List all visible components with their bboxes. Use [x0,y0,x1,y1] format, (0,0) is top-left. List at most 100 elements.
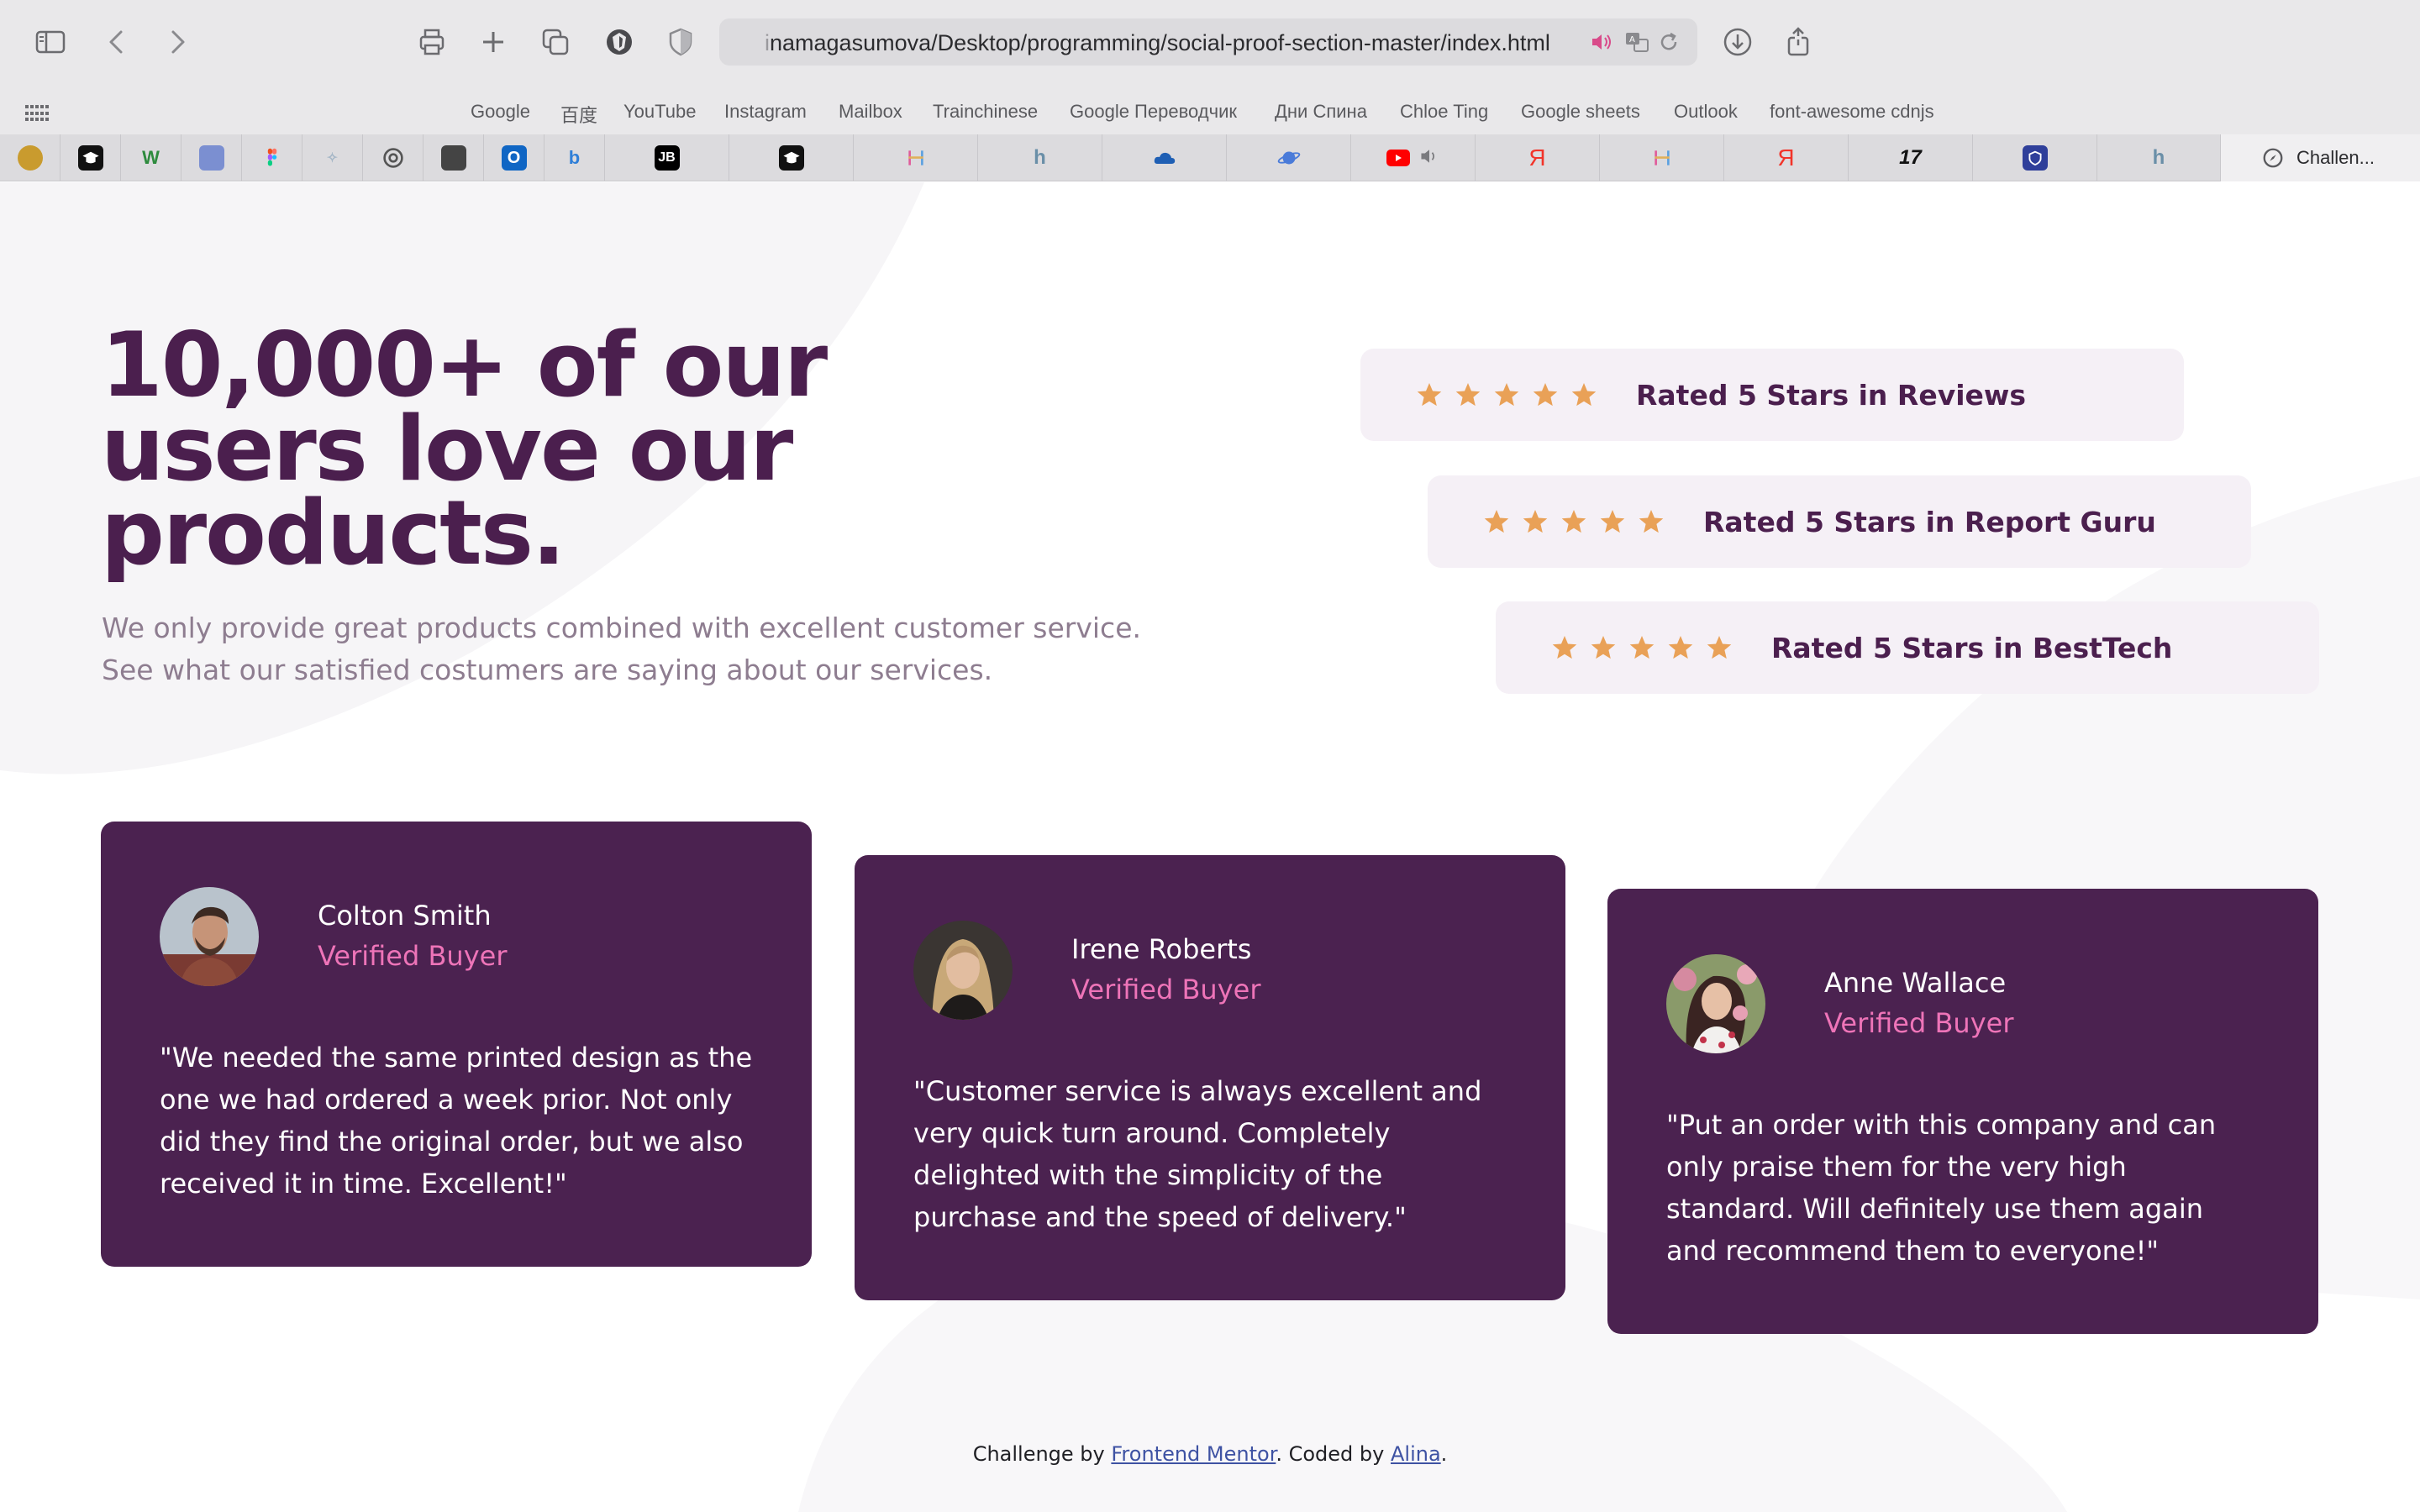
downloads-icon[interactable] [1718,22,1758,62]
tab-pinned-5[interactable] [242,134,302,181]
rating-report-guru: Rated 5 Stars in Report Guru [1428,475,2251,568]
tab-yandex-1[interactable]: Я [1476,134,1600,181]
frontend-mentor-link[interactable]: Frontend Mentor [1111,1442,1276,1466]
target-icon [381,145,406,171]
hexlet-icon [903,145,929,171]
favorite-google-sheets[interactable]: Google sheets [1521,101,1640,123]
spinner-icon: ✧ [326,151,339,165]
footer-prefix: Challenge by [972,1442,1112,1466]
svg-text:A: A [1629,35,1635,45]
address-bar[interactable]: inamagasumova/Desktop/programming/social… [719,18,1697,66]
figma-icon [260,145,285,171]
onion-icon [17,145,43,171]
tab-school[interactable] [729,134,854,181]
reviewer-name: Colton Smith [318,900,492,932]
outlook-icon: O [501,145,527,171]
rating-besttech: Rated 5 Stars in BestTech [1496,601,2319,694]
favorite-font-awesome[interactable]: font-awesome cdnjs [1770,101,1934,123]
badge-icon [2022,145,2048,171]
star-icon [1707,636,1732,659]
testimonial-quote: "We needed the same printed design as th… [160,1042,753,1200]
tab-pinned-8[interactable] [424,134,484,181]
forward-icon[interactable] [156,22,197,62]
apps-grid-icon[interactable] [25,105,49,122]
favorite-instagram[interactable]: Instagram [724,101,807,123]
tab-shield[interactable] [1973,134,2097,181]
page: 10,000+ of our users love our products. … [0,182,2420,1512]
tab-pinned-10[interactable]: b [544,134,605,181]
tab-pinned-4[interactable] [182,134,242,181]
speaker-icon[interactable] [1418,145,1440,171]
address-url[interactable]: inamagasumova/Desktop/programming/social… [765,30,1550,56]
star-rating [1416,381,1597,408]
reload-icon[interactable] [1655,29,1682,55]
star-icon [1552,636,1577,659]
tab-pinned-2[interactable] [60,134,121,181]
rating-label: Rated 5 Stars in BestTech [1771,631,2173,664]
shield-icon[interactable] [660,22,701,62]
tab-pinned-6[interactable]: ✧ [302,134,363,181]
bing-icon: b [568,147,581,168]
testimonial-quote: "Customer service is always excellent an… [913,1075,1482,1233]
jetbrains-icon: JB [654,145,680,171]
tab-17[interactable]: 17 [1849,134,1973,181]
reader-icon [198,145,224,171]
pattern-icon [440,145,466,171]
tab-hexlet-1[interactable] [854,134,978,181]
new-tab-icon[interactable] [473,22,513,62]
star-icon [1639,510,1664,533]
back-icon[interactable] [97,22,138,62]
hero-description: We only provide great products combined … [102,612,1141,686]
author-link[interactable]: Alina [1391,1442,1441,1466]
mortarboard-icon [778,145,804,171]
star-icon [1494,383,1519,407]
favorite-youtube[interactable]: YouTube [623,101,696,123]
tab-bar: W ✧ O b JB h Я Я 17 h [0,134,2420,181]
tab-planet[interactable] [1227,134,1351,181]
avatar [913,921,1013,1020]
tab-jetbrains[interactable]: JB [605,134,729,181]
tab-hyperskill-2[interactable]: h [2097,134,2221,181]
star-icon [1455,383,1481,407]
share-icon[interactable] [1778,22,1818,62]
testimonial-card: Colton Smith Verified Buyer "We needed t… [101,822,812,1267]
star-icon [1417,383,1442,407]
favorite-mailbox[interactable]: Mailbox [839,101,902,123]
tab-onedrive[interactable] [1102,134,1227,181]
hexlet-icon [1649,145,1675,171]
tab-pinned-7[interactable] [363,134,424,181]
favorite-trainchinese[interactable]: Trainchinese [933,101,1038,123]
tab-overview-icon[interactable] [535,22,576,62]
tab-pinned-1[interactable] [0,134,60,181]
print-icon[interactable] [412,22,452,62]
star-icon [1571,383,1597,407]
translate-icon[interactable]: A [1623,29,1650,55]
tab-active[interactable]: Challen... [2221,134,2420,181]
cloud-icon [1152,145,1177,171]
favorite-baidu[interactable]: 百度 [560,101,597,128]
star-icon [1533,383,1558,407]
tab-youtube[interactable] [1351,134,1476,181]
tab-pinned-3[interactable]: W [121,134,182,181]
favorite-outlook[interactable]: Outlook [1674,101,1738,123]
hero-title: 10,000+ of our users love our products. [101,313,828,585]
tab-hexlet-2[interactable] [1600,134,1724,181]
tab-pinned-9[interactable]: O [484,134,544,181]
rating-label: Rated 5 Stars in Report Guru [1703,505,2156,538]
sidebar-icon[interactable] [30,22,71,62]
favorite-google-translate[interactable]: Google Переводчик [1070,101,1237,123]
star-icon [1561,510,1586,533]
favorite-dni-spina[interactable]: Дни Спина [1275,101,1367,123]
testimonial-card: Anne Wallace Verified Buyer "Put an orde… [1607,889,2318,1334]
star-icon [1591,636,1616,659]
audio-playing-icon[interactable] [1588,29,1615,55]
reviewer-name: Irene Roberts [1071,933,1252,965]
privacy-extension-icon[interactable] [599,22,639,62]
tab-yandex-2[interactable]: Я [1724,134,1849,181]
avatar [1666,954,1765,1053]
tab-hyperskill-1[interactable]: h [978,134,1102,181]
favorite-chloe-ting[interactable]: Chloe Ting [1400,101,1488,123]
favorite-google[interactable]: Google [471,101,530,123]
star-icon [1668,636,1693,659]
browser-toolbar: inamagasumova/Desktop/programming/social… [0,0,2420,86]
